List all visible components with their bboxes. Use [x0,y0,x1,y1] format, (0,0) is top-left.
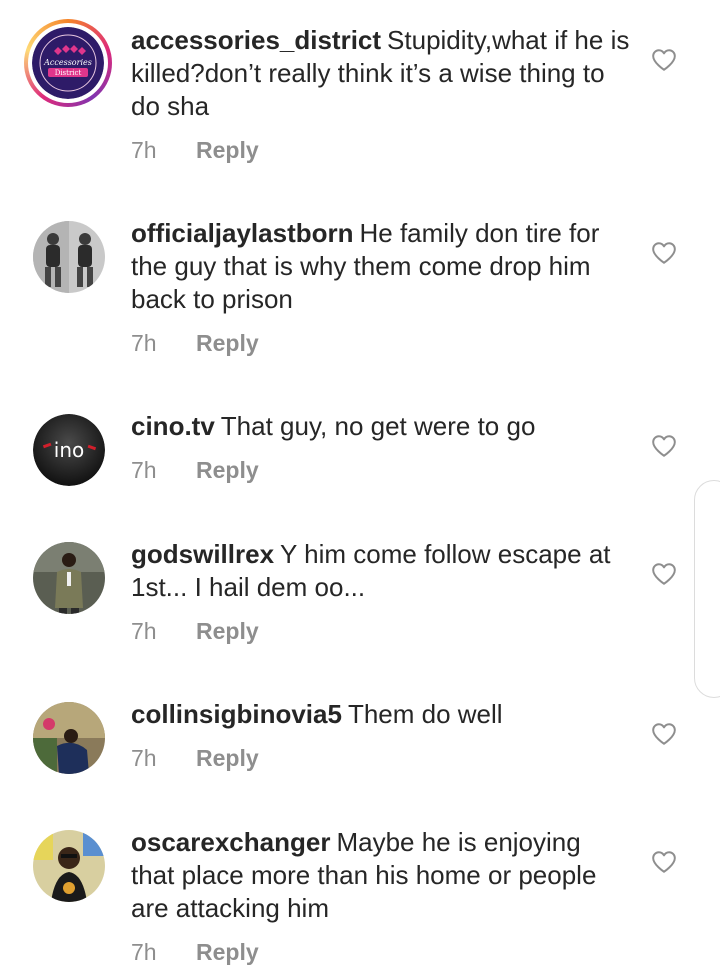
logo-text: ino [54,438,84,462]
comment-text: cino.tv That guy, no get were to go [131,410,631,443]
reply-button[interactable]: Reply [196,745,259,771]
comment-text: officialjaylastborn He family don tire fo… [131,217,631,316]
comment-time: 7h [131,137,157,163]
svg-text:District: District [55,69,82,77]
logo-text: Accessories [43,58,92,67]
comment-time: 7h [131,618,157,644]
comment-text: oscarexchanger Maybe he is enjoying that … [131,826,631,925]
reply-button[interactable]: Reply [196,939,259,965]
heart-outline-icon[interactable] [651,433,677,459]
comment-meta: 7h Reply [131,330,259,357]
comment-meta: 7h Reply [131,745,259,772]
comment-meta: 7h Reply [131,618,259,645]
heart-outline-icon[interactable] [651,721,677,747]
avatar-story-ring[interactable]: Accessories District [24,19,112,107]
avatar-photo [33,221,105,293]
avatar-photo [33,542,105,614]
comment-username[interactable]: collinsigbinovia5 [131,699,342,729]
comment-text: accessories_district Stupidity,what if he… [131,24,631,123]
comment-username[interactable]: cino.tv [131,411,215,441]
avatar-photo [33,830,105,902]
comment-text: collinsigbinovia5 Them do well [131,698,631,731]
comment-meta: 7h Reply [131,137,259,164]
comment-time: 7h [131,330,157,356]
heart-outline-icon[interactable] [651,47,677,73]
avatar[interactable]: Accessories District [32,27,104,99]
avatar[interactable] [33,542,105,614]
avatar[interactable] [33,221,105,293]
heart-outline-icon[interactable] [651,240,677,266]
comment-meta: 7h Reply [131,457,259,484]
avatar[interactable]: ino [33,414,105,486]
comment-username[interactable]: officialjaylastborn [131,218,354,248]
reply-button[interactable]: Reply [196,457,259,483]
reply-button[interactable]: Reply [196,330,259,356]
comment-time: 7h [131,939,157,965]
cino-tv-logo: ino [33,414,105,486]
avatar-photo [33,702,105,774]
comment-username[interactable]: godswillrex [131,539,274,569]
accessories-district-logo: Accessories District [32,27,104,99]
edge-panel-handle[interactable] [694,480,720,698]
avatar[interactable] [33,702,105,774]
heart-outline-icon[interactable] [651,849,677,875]
heart-outline-icon[interactable] [651,561,677,587]
comment-time: 7h [131,457,157,483]
comment-body: Them do well [347,699,503,729]
comment-username[interactable]: oscarexchanger [131,827,330,857]
comment-time: 7h [131,745,157,771]
comment-body: That guy, no get were to go [220,411,536,441]
avatar[interactable] [33,830,105,902]
reply-button[interactable]: Reply [196,618,259,644]
comment-username[interactable]: accessories_district [131,25,381,55]
reply-button[interactable]: Reply [196,137,259,163]
comment-text: godswillrex Y him come follow escape at 1… [131,538,631,604]
comment-meta: 7h Reply [131,939,259,966]
